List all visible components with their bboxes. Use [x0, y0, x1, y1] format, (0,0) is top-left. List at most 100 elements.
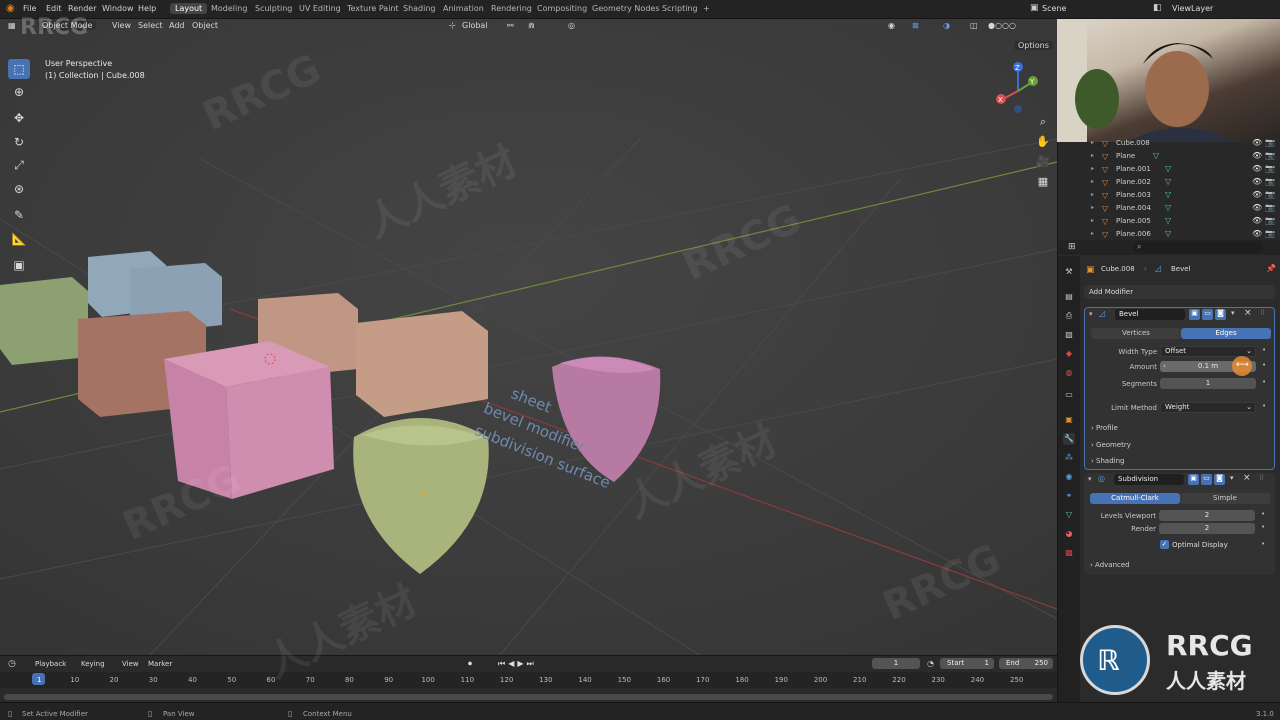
scene-icon[interactable]: ▣ — [1030, 3, 1039, 13]
render-toggle-icon[interactable]: ◙ — [1215, 309, 1226, 320]
limit-method-select[interactable]: Weight ⌄ — [1160, 402, 1256, 413]
drag-handle-icon[interactable]: ⠿ — [1259, 474, 1264, 482]
menu-select[interactable]: Select — [138, 21, 163, 30]
world-tab-icon[interactable]: ◍ — [1063, 367, 1075, 379]
segments-field[interactable]: 1 — [1160, 378, 1256, 389]
overlay-toggle-icon[interactable]: ◑ — [943, 21, 950, 30]
expand-icon[interactable]: ▸ — [1091, 152, 1094, 159]
scene-name[interactable]: Scene — [1042, 4, 1066, 13]
stopwatch-icon[interactable]: ◔ — [927, 659, 934, 668]
edit-mode-toggle-icon[interactable]: ▣ — [1188, 474, 1199, 485]
realtime-toggle-icon[interactable]: ▭ — [1201, 474, 1212, 485]
view-menu[interactable]: View — [122, 660, 139, 668]
annotate-tool-button[interactable]: ✎ — [8, 205, 30, 225]
modifier-name-field[interactable]: Bevel — [1115, 309, 1185, 320]
tab-modeling[interactable]: Modeling — [206, 3, 252, 14]
mesh-data-icon[interactable]: ▽ — [1165, 216, 1171, 225]
snap-icon[interactable]: ⋒ — [528, 21, 535, 30]
dropdown-icon[interactable]: ▾ — [1231, 309, 1235, 317]
outliner-row[interactable]: ▸ ▽ Plane.003 ▽ 👁 📷 — [1058, 189, 1280, 202]
tab-animation[interactable]: Animation — [438, 3, 489, 14]
mesh-data-icon[interactable]: ▽ — [1165, 177, 1171, 186]
measure-tool-button[interactable]: 📐 — [8, 229, 30, 249]
properties-search-input[interactable]: ⌕ — [1133, 242, 1263, 253]
menu-view[interactable]: View — [112, 21, 131, 30]
eye-icon[interactable]: 👁 — [1252, 138, 1262, 147]
eye-icon[interactable]: 👁 — [1252, 177, 1262, 186]
gizmo-toggle-icon[interactable]: ⊠ — [912, 21, 919, 30]
cube-green-left[interactable] — [0, 277, 88, 365]
viewlayer-icon[interactable]: ◧ — [1153, 3, 1162, 13]
object-tab-icon[interactable]: ▣ — [1063, 414, 1075, 426]
camera-view-icon[interactable]: 🎥 — [1035, 154, 1051, 170]
render-tab-icon[interactable]: ▤ — [1063, 291, 1075, 303]
keyframe-dot-icon[interactable]: • — [1261, 523, 1265, 531]
decrement-icon[interactable]: ‹ — [1163, 361, 1166, 372]
close-icon[interactable]: × — [1243, 473, 1251, 483]
mesh-data-icon[interactable]: ▽ — [1165, 229, 1171, 238]
scale-tool-button[interactable]: ⤢ — [8, 155, 30, 175]
physics-tab-icon[interactable]: ◉ — [1063, 471, 1075, 483]
expand-icon[interactable]: ▸ — [1091, 217, 1094, 224]
menu-help[interactable]: Help — [138, 4, 156, 13]
viewlayer-name[interactable]: ViewLayer — [1172, 4, 1213, 13]
tab-rendering[interactable]: Rendering — [486, 3, 537, 14]
outliner-row[interactable]: ▸ ▽ Plane.001 ▽ 👁 📷 — [1058, 163, 1280, 176]
timeline-scrollbar[interactable] — [4, 694, 1053, 700]
navigation-gizmo[interactable]: Z X Y — [993, 61, 1043, 121]
keyframe-dot-icon[interactable]: • — [1262, 361, 1266, 369]
keyframe-dot-icon[interactable]: • — [1262, 346, 1266, 354]
pin-icon[interactable]: 📌 — [1266, 264, 1276, 273]
mesh-data-icon[interactable]: ▽ — [1165, 203, 1171, 212]
record-icon[interactable]: ⏺ — [468, 659, 472, 669]
expand-icon[interactable]: ▸ — [1091, 204, 1094, 211]
axis-gizmo-icon[interactable]: Z X Y — [993, 61, 1043, 121]
eye-icon[interactable]: 👁 — [1252, 190, 1262, 199]
expand-icon[interactable]: ▸ — [1091, 230, 1094, 237]
tool-tab-icon[interactable]: ⚒ — [1063, 266, 1075, 278]
xray-icon[interactable]: ◫ — [970, 21, 978, 30]
profile-subpanel[interactable]: › Profile — [1091, 424, 1118, 432]
pivot-icon[interactable]: ⚯ — [507, 21, 514, 30]
keyframe-dot-icon[interactable]: • — [1262, 402, 1266, 410]
transform-tool-button[interactable]: ⊛ — [8, 179, 30, 199]
menu-add[interactable]: Add — [169, 21, 185, 30]
cursor-tool-button[interactable]: ⊕ — [8, 82, 30, 102]
add-workspace-button[interactable]: + — [698, 3, 715, 14]
shading-mode-icon[interactable]: ●○○○ — [988, 21, 1016, 30]
blender-logo-icon[interactable]: ◉ — [6, 3, 15, 14]
menu-file[interactable]: File — [23, 4, 36, 13]
outliner-row[interactable]: ▸ ▽ Plane.005 ▽ 👁 📷 — [1058, 215, 1280, 228]
menu-window[interactable]: Window — [102, 4, 134, 13]
render-toggle-icon[interactable]: ◙ — [1214, 474, 1225, 485]
tab-texture-paint[interactable]: Texture Paint — [342, 3, 404, 14]
mode-select[interactable]: Object Mode — [38, 21, 97, 30]
levels-viewport-field[interactable]: 2 — [1159, 510, 1255, 521]
tab-sculpting[interactable]: Sculpting — [250, 3, 297, 14]
expand-icon[interactable]: ▸ — [1091, 178, 1094, 185]
outliner-row[interactable]: ▸ ▽ Plane ▽ 👁 📷 — [1058, 150, 1280, 163]
camera-icon[interactable]: 📷 — [1265, 229, 1275, 238]
render-levels-field[interactable]: 2 — [1159, 523, 1255, 534]
outliner-row[interactable]: ▸ ▽ Plane.002 ▽ 👁 📷 — [1058, 176, 1280, 189]
tab-scripting[interactable]: Scripting — [657, 3, 703, 14]
optimal-display-checkbox[interactable]: ✓ — [1160, 540, 1169, 549]
outliner-row[interactable]: ▸ ▽ Plane.004 ▽ 👁 📷 — [1058, 202, 1280, 215]
outliner-row[interactable]: ▸ ▽ Cube.008 👁 📷 — [1058, 137, 1280, 150]
start-frame-field[interactable]: Start 1 — [940, 658, 994, 669]
particles-tab-icon[interactable]: ⁂ — [1063, 452, 1075, 464]
realtime-toggle-icon[interactable]: ▭ — [1202, 309, 1213, 320]
expand-icon[interactable]: ▸ — [1091, 191, 1094, 198]
move-tool-button[interactable]: ✥ — [8, 108, 30, 128]
collapse-icon[interactable]: ▾ — [1089, 310, 1093, 318]
end-frame-field[interactable]: End 250 — [999, 658, 1053, 669]
advanced-subpanel[interactable]: › Advanced — [1090, 561, 1130, 569]
geometry-subpanel[interactable]: › Geometry — [1091, 441, 1131, 449]
camera-icon[interactable]: 📷 — [1265, 177, 1275, 186]
menu-render[interactable]: Render — [68, 4, 96, 13]
mesh-data-icon[interactable]: ▽ — [1165, 164, 1171, 173]
mesh-data-icon[interactable]: ▽ — [1153, 151, 1159, 160]
collection-tab-icon[interactable]: ▭ — [1063, 389, 1075, 401]
edges-tab[interactable]: Edges — [1181, 328, 1271, 339]
zoom-icon[interactable]: ⌕ — [1035, 114, 1051, 130]
